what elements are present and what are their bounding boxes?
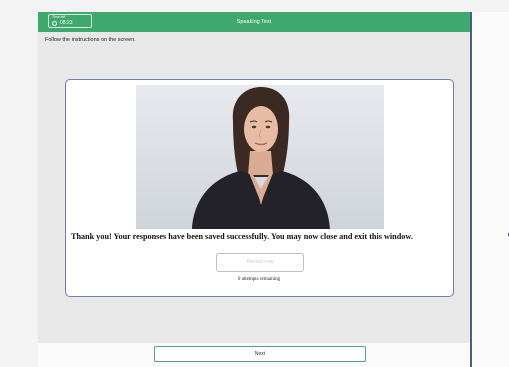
record-now-button[interactable]: Record now	[216, 253, 304, 272]
attempts-remaining: 0 attempts remaining	[237, 277, 281, 282]
success-message: Thank you! Your responses have been save…	[71, 232, 413, 241]
header-bar: Time left 08:23 Speaking Test	[38, 12, 470, 32]
speaking-test-window: Time left 08:23 Speaking Test Follow the…	[38, 12, 470, 367]
next-button[interactable]: Next	[154, 346, 366, 362]
right-side-area	[472, 12, 509, 367]
response-panel: Thank you! Your responses have been save…	[65, 79, 454, 297]
avatar-video	[136, 85, 384, 229]
presenter-image	[192, 87, 330, 229]
footer-bar: Next	[38, 343, 470, 367]
instructions-text: Follow the instructions on the screen.	[45, 37, 136, 43]
page-title: Speaking Test	[236, 19, 272, 25]
